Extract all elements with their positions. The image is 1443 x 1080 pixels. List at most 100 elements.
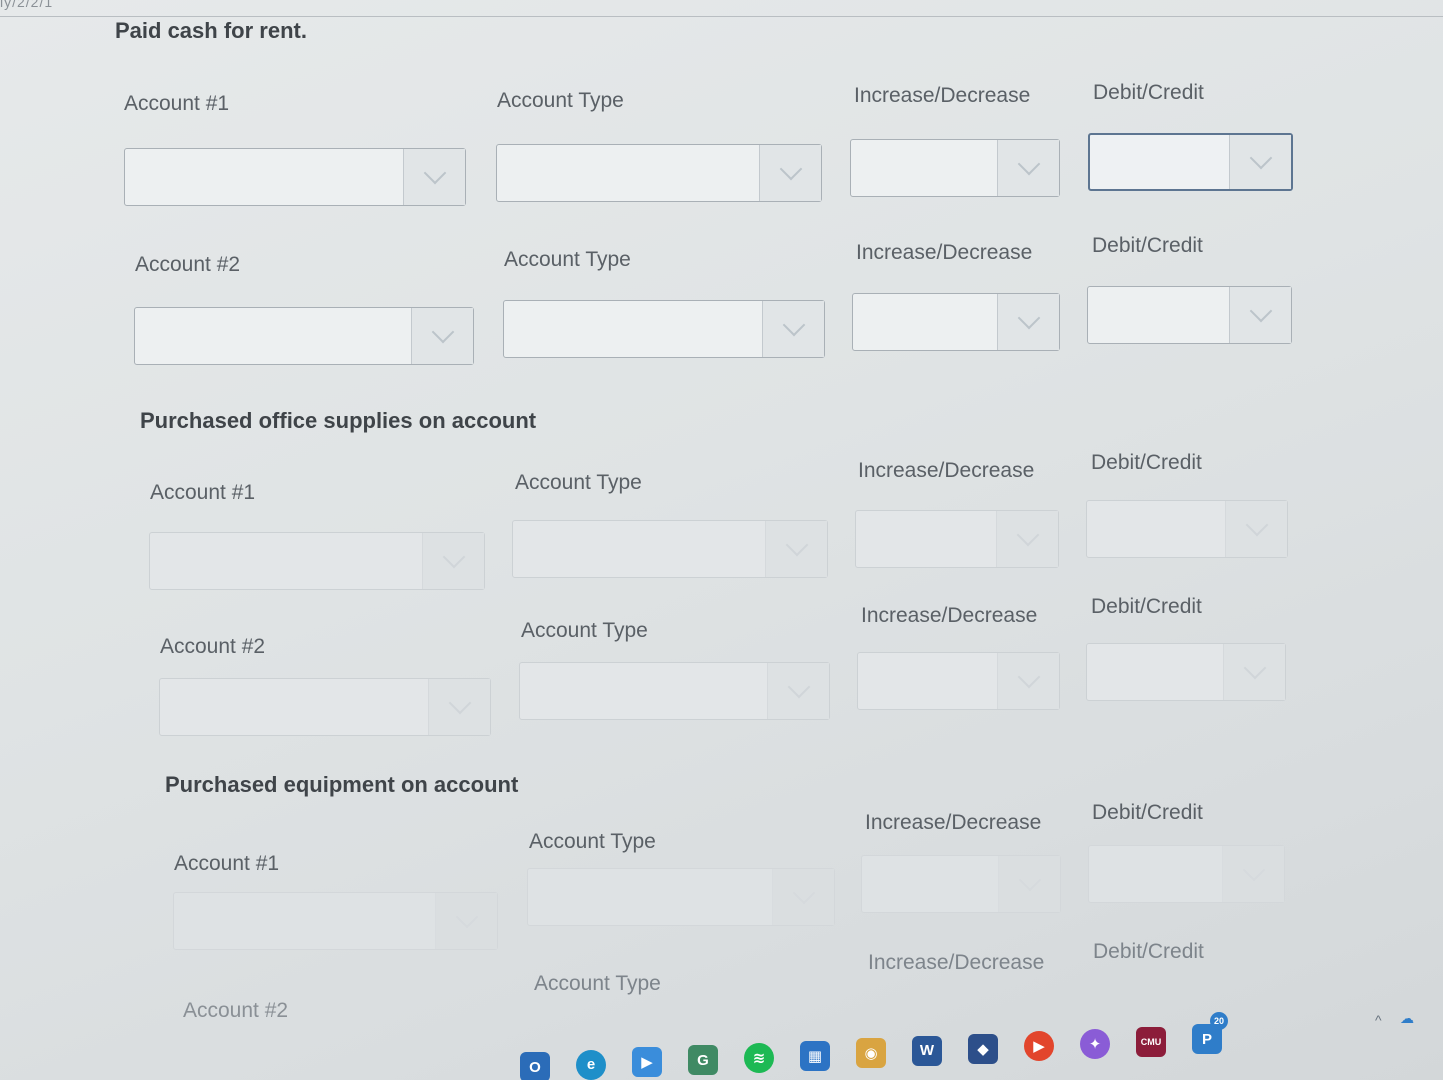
chevron-down-icon bbox=[455, 905, 478, 929]
account-label: Account #2 bbox=[135, 253, 241, 276]
dropdown-toggle[interactable] bbox=[403, 149, 465, 205]
dropdown-toggle[interactable] bbox=[767, 663, 829, 719]
chevron-down-icon bbox=[785, 533, 808, 557]
debit-credit-select[interactable] bbox=[1086, 643, 1286, 701]
account-label: Account #1 bbox=[124, 92, 230, 115]
account-type-select[interactable] bbox=[527, 868, 835, 926]
account-select[interactable] bbox=[149, 532, 485, 590]
debit-credit-select[interactable] bbox=[1087, 286, 1292, 344]
dropdown-toggle[interactable] bbox=[428, 679, 490, 735]
account-label: Account #1 bbox=[174, 852, 280, 875]
cmu-icon[interactable]: CMU bbox=[1136, 1026, 1166, 1057]
account-select[interactable] bbox=[124, 148, 466, 206]
increase-decrease-label: Increase/Decrease bbox=[858, 459, 1035, 482]
grammarly-icon[interactable]: G bbox=[688, 1045, 718, 1076]
chevron-down-icon bbox=[1249, 146, 1272, 170]
chevron-down-icon bbox=[1243, 656, 1266, 680]
increase-decrease-select[interactable] bbox=[850, 139, 1060, 197]
debit-credit-label: Debit/Credit bbox=[1093, 81, 1204, 104]
dropdown-toggle[interactable] bbox=[996, 511, 1058, 567]
chevron-down-icon bbox=[1249, 299, 1272, 323]
dropdown-toggle[interactable] bbox=[411, 308, 473, 364]
chevron-up-icon[interactable]: ^ bbox=[1375, 1012, 1382, 1028]
page: ly/2/2/1 Paid cash for rent. Account #1 … bbox=[0, 0, 1443, 1080]
account-type-label: Account Type bbox=[534, 972, 661, 995]
dropdown-toggle[interactable] bbox=[765, 521, 827, 577]
chevron-down-icon bbox=[1017, 152, 1040, 176]
dropdown-toggle[interactable] bbox=[772, 869, 834, 925]
account-type-select[interactable] bbox=[512, 520, 828, 578]
chrome-icon[interactable]: ◉ bbox=[856, 1038, 886, 1069]
word-icon[interactable]: W bbox=[912, 1035, 942, 1066]
store-icon[interactable]: ▦ bbox=[800, 1040, 830, 1071]
increase-decrease-label: Increase/Decrease bbox=[865, 811, 1042, 834]
top-divider bbox=[0, 16, 1443, 17]
increase-decrease-select[interactable] bbox=[857, 652, 1060, 710]
account-type-select[interactable] bbox=[519, 662, 830, 720]
messenger-icon[interactable]: ✦ bbox=[1080, 1029, 1110, 1059]
increase-decrease-label: Increase/Decrease bbox=[854, 84, 1031, 107]
account-type-select[interactable] bbox=[496, 144, 822, 202]
dropdown-toggle[interactable] bbox=[1225, 501, 1287, 557]
chevron-down-icon bbox=[792, 881, 815, 905]
debit-credit-label: Debit/Credit bbox=[1091, 595, 1202, 618]
dropdown-toggle[interactable] bbox=[759, 145, 821, 201]
increase-decrease-label: Increase/Decrease bbox=[868, 951, 1045, 974]
debit-credit-select[interactable] bbox=[1088, 133, 1293, 191]
dropdown-toggle[interactable] bbox=[997, 140, 1059, 196]
account-select[interactable] bbox=[134, 307, 474, 365]
media-player-icon[interactable]: ▶ bbox=[1024, 1031, 1054, 1062]
account-select[interactable] bbox=[159, 678, 491, 736]
debit-credit-label: Debit/Credit bbox=[1092, 234, 1203, 257]
chevron-down-icon bbox=[1242, 858, 1265, 882]
section-title-rent: Paid cash for rent. bbox=[115, 18, 307, 43]
account-type-select[interactable] bbox=[503, 300, 825, 358]
chevron-down-icon bbox=[1016, 523, 1039, 547]
debit-credit-select[interactable] bbox=[1088, 845, 1285, 903]
chevron-down-icon bbox=[779, 157, 802, 181]
dropdown-toggle[interactable] bbox=[1222, 846, 1284, 902]
increase-decrease-select[interactable] bbox=[861, 855, 1061, 913]
account-type-label: Account Type bbox=[529, 830, 656, 853]
dropdown-toggle[interactable] bbox=[435, 893, 497, 949]
increase-decrease-select[interactable] bbox=[855, 510, 1059, 568]
dropdown-toggle[interactable] bbox=[422, 533, 484, 589]
chevron-down-icon bbox=[448, 691, 471, 715]
notification-badge: 20 bbox=[1210, 1012, 1228, 1030]
debit-credit-label: Debit/Credit bbox=[1091, 451, 1202, 474]
dropdown-toggle[interactable] bbox=[998, 856, 1060, 912]
dropdown-toggle[interactable] bbox=[997, 294, 1059, 350]
account-type-label: Account Type bbox=[497, 89, 624, 112]
section-title-office-supplies: Purchased office supplies on account bbox=[140, 408, 537, 433]
dropdown-toggle[interactable] bbox=[997, 653, 1059, 709]
breadcrumb-corner: ly/2/2/1 bbox=[0, 0, 54, 10]
dropdown-toggle[interactable] bbox=[1229, 287, 1291, 343]
edge-icon[interactable]: e bbox=[576, 1049, 606, 1080]
account-select[interactable] bbox=[173, 892, 498, 950]
increase-decrease-select[interactable] bbox=[852, 293, 1060, 351]
section-title-equipment: Purchased equipment on account bbox=[165, 772, 519, 797]
chevron-down-icon bbox=[423, 161, 446, 185]
account-label: Account #2 bbox=[160, 635, 266, 658]
taskbar: Oe ▶ G ≋ ▦ ◉ W ◆ ▶ ✦ CMU P 20 ^ ☁ bbox=[0, 1010, 1443, 1080]
dropdown-toggle[interactable] bbox=[1223, 644, 1285, 700]
dropdown-toggle[interactable] bbox=[1229, 135, 1291, 189]
chevron-down-icon bbox=[1017, 306, 1040, 330]
app-icon[interactable]: ◆ bbox=[968, 1033, 998, 1064]
account-label: Account #1 bbox=[150, 481, 256, 504]
debit-credit-label: Debit/Credit bbox=[1093, 940, 1204, 963]
chevron-down-icon bbox=[431, 320, 454, 344]
account-type-label: Account Type bbox=[521, 619, 648, 642]
debit-credit-select[interactable] bbox=[1086, 500, 1288, 558]
chevron-down-icon bbox=[442, 545, 465, 569]
outlook-icon[interactable]: O bbox=[520, 1052, 550, 1080]
chevron-down-icon bbox=[1018, 868, 1041, 892]
account-type-label: Account Type bbox=[504, 248, 631, 271]
cloud-icon[interactable]: ☁ bbox=[1400, 1010, 1414, 1027]
spotify-icon[interactable]: ≋ bbox=[744, 1042, 774, 1073]
dropdown-toggle[interactable] bbox=[762, 301, 824, 357]
chevron-down-icon bbox=[782, 313, 805, 337]
chevron-down-icon bbox=[1017, 665, 1040, 689]
increase-decrease-label: Increase/Decrease bbox=[861, 604, 1038, 627]
zoom-icon[interactable]: ▶ bbox=[632, 1047, 662, 1078]
